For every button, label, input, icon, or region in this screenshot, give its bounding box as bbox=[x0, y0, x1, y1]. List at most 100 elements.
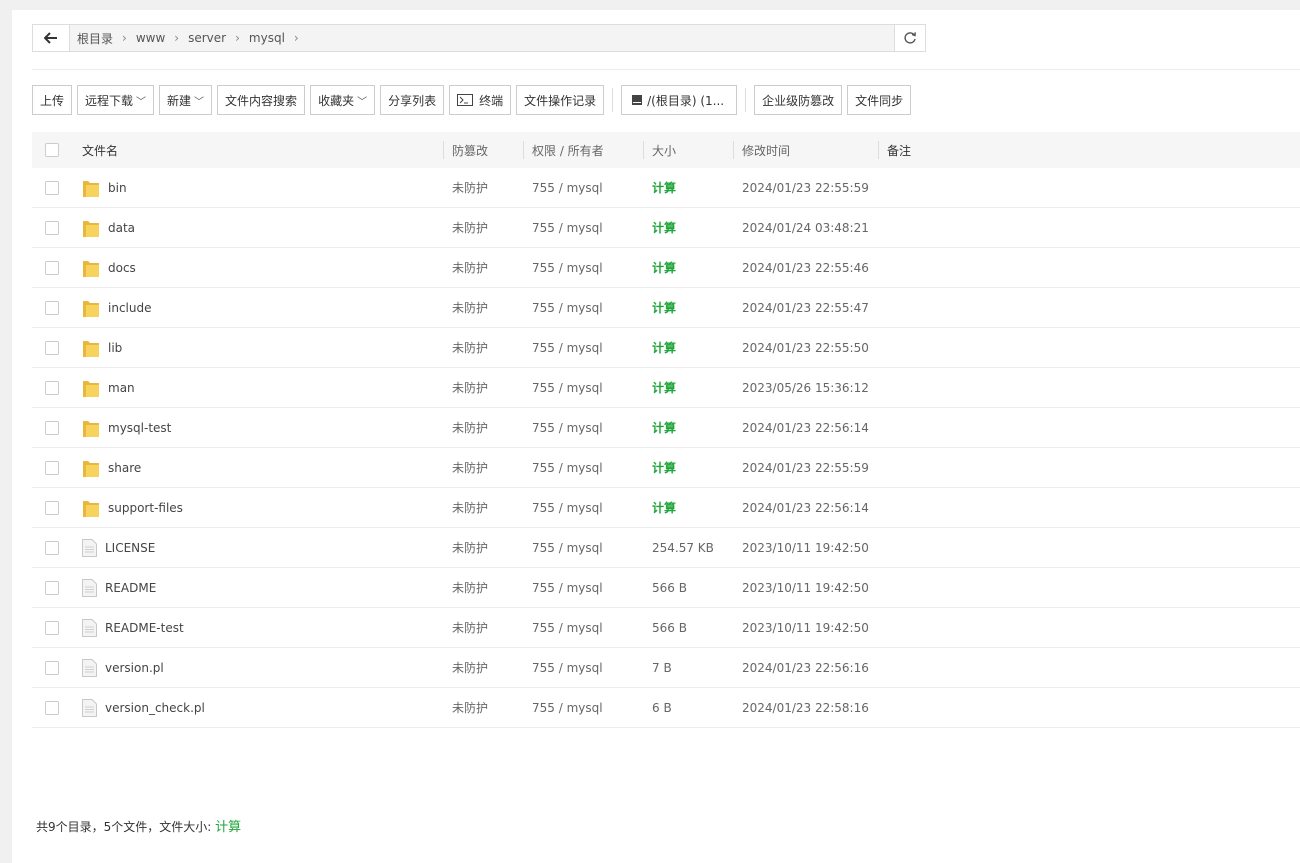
file-name[interactable]: lib bbox=[108, 341, 122, 355]
upload-button[interactable]: 上传 bbox=[32, 85, 73, 115]
calc-size-link[interactable]: 计算 bbox=[644, 259, 734, 276]
terminal-button[interactable]: 终端 bbox=[449, 85, 512, 115]
file-name-cell[interactable]: version_check.pl bbox=[72, 698, 444, 717]
permission-owner[interactable]: 755 / mysql bbox=[524, 621, 644, 635]
file-name[interactable]: mysql-test bbox=[108, 421, 171, 435]
protect-status[interactable]: 未防护 bbox=[444, 299, 524, 316]
table-row[interactable]: man 未防护 755 / mysql 计算 2023/05/26 15:36:12 bbox=[32, 368, 1300, 408]
permission-owner[interactable]: 755 / mysql bbox=[524, 661, 644, 675]
file-sync-button[interactable]: 文件同步 bbox=[847, 85, 912, 115]
protect-status[interactable]: 未防护 bbox=[444, 619, 524, 636]
permission-owner[interactable]: 755 / mysql bbox=[524, 221, 644, 235]
row-checkbox[interactable] bbox=[45, 420, 59, 435]
protect-status[interactable]: 未防护 bbox=[444, 339, 524, 356]
protect-status[interactable]: 未防护 bbox=[444, 179, 524, 196]
table-row[interactable]: lib 未防护 755 / mysql 计算 2024/01/23 22:55:50 bbox=[32, 328, 1300, 368]
table-row[interactable]: mysql-test 未防护 755 / mysql 计算 2024/01/23 22:… bbox=[32, 408, 1300, 448]
breadcrumb-item[interactable]: www bbox=[135, 31, 166, 45]
row-checkbox[interactable] bbox=[45, 620, 59, 635]
file-name[interactable]: include bbox=[108, 301, 151, 315]
row-checkbox[interactable] bbox=[45, 260, 59, 275]
content-search-button[interactable]: 文件内容搜索 bbox=[217, 85, 306, 115]
file-name-cell[interactable]: bin bbox=[72, 178, 444, 198]
back-button[interactable] bbox=[33, 25, 70, 51]
file-name-cell[interactable]: README-test bbox=[72, 618, 444, 637]
row-checkbox[interactable] bbox=[45, 380, 59, 395]
table-row[interactable]: share 未防护 755 / mysql 计算 2024/01/23 22:55:59 bbox=[32, 448, 1300, 488]
protect-status[interactable]: 未防护 bbox=[444, 419, 524, 436]
file-name-cell[interactable]: support-files bbox=[72, 498, 444, 518]
table-row[interactable]: data 未防护 755 / mysql 计算 2024/01/24 03:48:21 bbox=[32, 208, 1300, 248]
file-name[interactable]: README-test bbox=[105, 621, 184, 635]
file-name-cell[interactable]: README bbox=[72, 578, 444, 597]
permission-owner[interactable]: 755 / mysql bbox=[524, 541, 644, 555]
protect-status[interactable]: 未防护 bbox=[444, 459, 524, 476]
permission-owner[interactable]: 755 / mysql bbox=[524, 301, 644, 315]
row-checkbox[interactable] bbox=[45, 500, 59, 515]
file-name[interactable]: version_check.pl bbox=[105, 701, 205, 715]
protect-status[interactable]: 未防护 bbox=[444, 219, 524, 236]
select-all-checkbox[interactable] bbox=[45, 143, 59, 157]
file-name-cell[interactable]: LICENSE bbox=[72, 538, 444, 557]
file-name-cell[interactable]: docs bbox=[72, 258, 444, 278]
row-checkbox[interactable] bbox=[45, 300, 59, 315]
remote-download-button[interactable]: 远程下载 ﹀ bbox=[77, 85, 155, 115]
file-name[interactable]: LICENSE bbox=[105, 541, 155, 555]
row-checkbox[interactable] bbox=[45, 220, 59, 235]
row-checkbox[interactable] bbox=[45, 580, 59, 595]
permission-owner[interactable]: 755 / mysql bbox=[524, 581, 644, 595]
file-name[interactable]: docs bbox=[108, 261, 136, 275]
breadcrumb-item[interactable]: server bbox=[187, 31, 227, 45]
table-row[interactable]: bin 未防护 755 / mysql 计算 2024/01/23 22:55:59 bbox=[32, 168, 1300, 208]
permission-owner[interactable]: 755 / mysql bbox=[524, 461, 644, 475]
row-checkbox[interactable] bbox=[45, 660, 59, 675]
permission-owner[interactable]: 755 / mysql bbox=[524, 261, 644, 275]
calc-total-size-link[interactable]: 计算 bbox=[215, 820, 241, 835]
table-row[interactable]: README-test 未防护 755 / mysql 566 B 2023/10/11… bbox=[32, 608, 1300, 648]
protect-status[interactable]: 未防护 bbox=[444, 259, 524, 276]
file-name[interactable]: support-files bbox=[108, 501, 183, 515]
calc-size-link[interactable]: 计算 bbox=[644, 339, 734, 356]
calc-size-link[interactable]: 计算 bbox=[644, 299, 734, 316]
share-list-button[interactable]: 分享列表 bbox=[380, 85, 445, 115]
calc-size-link[interactable]: 计算 bbox=[644, 219, 734, 236]
row-checkbox[interactable] bbox=[45, 340, 59, 355]
protect-status[interactable]: 未防护 bbox=[444, 699, 524, 716]
table-row[interactable]: docs 未防护 755 / mysql 计算 2024/01/23 22:55:46 bbox=[32, 248, 1300, 288]
disk-button[interactable]: /(根目录) (1... bbox=[621, 85, 738, 115]
row-checkbox[interactable] bbox=[45, 540, 59, 555]
protect-status[interactable]: 未防护 bbox=[444, 379, 524, 396]
file-name-cell[interactable]: version.pl bbox=[72, 658, 444, 677]
new-button[interactable]: 新建 ﹀ bbox=[159, 85, 213, 115]
protect-status[interactable]: 未防护 bbox=[444, 539, 524, 556]
row-checkbox[interactable] bbox=[45, 180, 59, 195]
file-name-cell[interactable]: include bbox=[72, 298, 444, 318]
file-name[interactable]: bin bbox=[108, 181, 127, 195]
header-size[interactable]: 大小 bbox=[644, 132, 734, 168]
header-name[interactable]: 文件名 bbox=[72, 132, 444, 168]
file-name-cell[interactable]: share bbox=[72, 458, 444, 478]
header-perm[interactable]: 权限 / 所有者 bbox=[524, 132, 644, 168]
table-row[interactable]: README 未防护 755 / mysql 566 B 2023/10/11 19:4… bbox=[32, 568, 1300, 608]
row-checkbox[interactable] bbox=[45, 700, 59, 715]
header-mtime[interactable]: 修改时间 bbox=[734, 132, 879, 168]
breadcrumb-item[interactable]: mysql bbox=[248, 31, 286, 45]
file-name[interactable]: data bbox=[108, 221, 135, 235]
table-row[interactable]: include 未防护 755 / mysql 计算 2024/01/23 22:55:… bbox=[32, 288, 1300, 328]
permission-owner[interactable]: 755 / mysql bbox=[524, 501, 644, 515]
operation-log-button[interactable]: 文件操作记录 bbox=[516, 85, 605, 115]
calc-size-link[interactable]: 计算 bbox=[644, 459, 734, 476]
permission-owner[interactable]: 755 / mysql bbox=[524, 701, 644, 715]
calc-size-link[interactable]: 计算 bbox=[644, 499, 734, 516]
file-name[interactable]: man bbox=[108, 381, 135, 395]
permission-owner[interactable]: 755 / mysql bbox=[524, 381, 644, 395]
calc-size-link[interactable]: 计算 bbox=[644, 179, 734, 196]
file-name[interactable]: version.pl bbox=[105, 661, 164, 675]
table-row[interactable]: support-files 未防护 755 / mysql 计算 2024/01/23 … bbox=[32, 488, 1300, 528]
row-checkbox[interactable] bbox=[45, 460, 59, 475]
file-name-cell[interactable]: lib bbox=[72, 338, 444, 358]
calc-size-link[interactable]: 计算 bbox=[644, 419, 734, 436]
permission-owner[interactable]: 755 / mysql bbox=[524, 341, 644, 355]
table-row[interactable]: version_check.pl 未防护 755 / mysql 6 B 2024/01… bbox=[32, 688, 1300, 728]
file-name-cell[interactable]: mysql-test bbox=[72, 418, 444, 438]
